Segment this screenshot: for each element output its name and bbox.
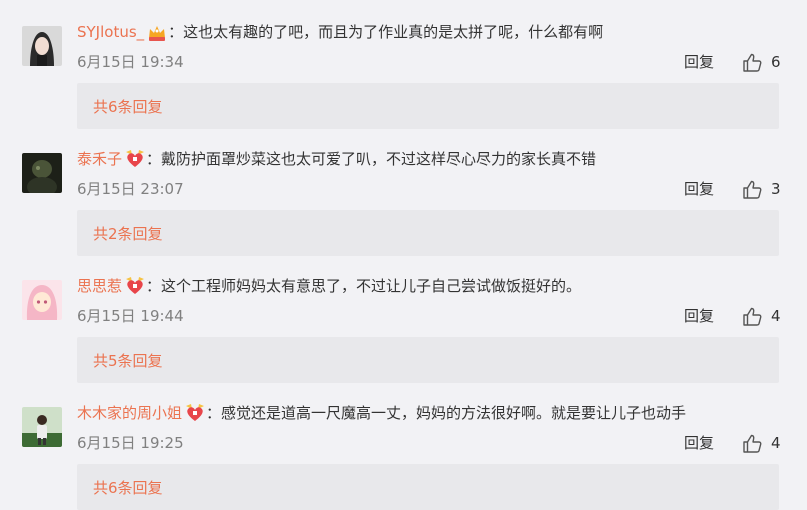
view-replies-link[interactable]: 共2条回复 [93,223,163,244]
comment-timestamp: 6月15日 19:34 [77,53,184,71]
like-count: 4 [771,434,781,452]
replies-box[interactable]: 共2条回复 [77,210,779,256]
thumbs-up-icon [742,53,762,72]
comment-content: ：这个工程师妈妈太有意思了，不过让儿子自己尝试做饭挺好的。 [146,277,582,295]
thumbs-up-icon [742,307,762,326]
username-link[interactable]: 木木家的周小姐 [77,401,182,425]
reply-button[interactable]: 回复 [684,432,714,454]
like-button[interactable]: 4 [742,432,781,454]
heart-badge-icon [124,276,146,296]
comment-timestamp: 6月15日 19:44 [77,307,184,325]
username-link[interactable]: 思思惹 [77,274,122,298]
crown-badge-icon [146,22,168,42]
comment-item: 木木家的周小姐 ：感觉还是道高一尺魔高一丈，妈妈的方法很好啊。就是要让儿子也动手… [0,381,807,510]
username-link[interactable]: SYJlotus_ [77,20,144,44]
view-replies-link[interactable]: 共6条回复 [93,96,163,117]
avatar[interactable] [22,26,62,66]
comment-item: 泰禾子 ：戴防护面罩炒菜这也太可爱了叭，不过这样尽心尽力的家长真不错 6月15日… [0,127,807,256]
comment-text-line: 思思惹 ：这个工程师妈妈太有意思了，不过让儿子自己尝试做饭挺好的。 [77,274,581,298]
comment-text-line: SYJlotus_ ：这也太有趣的了吧，而且为了作业真的是太拼了呢，什么都有啊 [77,20,603,44]
comment-item: SYJlotus_ ：这也太有趣的了吧，而且为了作业真的是太拼了呢，什么都有啊 … [0,0,807,129]
heart-badge-icon [184,403,206,423]
comment-timestamp: 6月15日 23:07 [77,180,184,198]
like-button[interactable]: 3 [742,178,781,200]
avatar[interactable] [22,280,62,320]
comment-content: ：这也太有趣的了吧，而且为了作业真的是太拼了呢，什么都有啊 [168,23,604,41]
like-button[interactable]: 4 [742,305,781,327]
heart-badge-icon [124,149,146,169]
avatar[interactable] [22,153,62,193]
comment-text-line: 泰禾子 ：戴防护面罩炒菜这也太可爱了叭，不过这样尽心尽力的家长真不错 [77,147,596,171]
reply-button[interactable]: 回复 [684,178,714,200]
thumbs-up-icon [742,180,762,199]
comment-item: 思思惹 ：这个工程师妈妈太有意思了，不过让儿子自己尝试做饭挺好的。 6月15日 … [0,254,807,383]
comment-text-line: 木木家的周小姐 ：感觉还是道高一尺魔高一丈，妈妈的方法很好啊。就是要让儿子也动手 [77,401,686,425]
reply-button[interactable]: 回复 [684,305,714,327]
comment-content: ：戴防护面罩炒菜这也太可爱了叭，不过这样尽心尽力的家长真不错 [146,150,597,168]
like-count: 6 [771,53,781,71]
replies-box[interactable]: 共6条回复 [77,464,779,510]
comment-timestamp: 6月15日 19:25 [77,434,184,452]
reply-button[interactable]: 回复 [684,51,714,73]
username-link[interactable]: 泰禾子 [77,147,122,171]
view-replies-link[interactable]: 共5条回复 [93,350,163,371]
like-button[interactable]: 6 [742,51,781,73]
avatar[interactable] [22,407,62,447]
thumbs-up-icon [742,434,762,453]
comment-content: ：感觉还是道高一尺魔高一丈，妈妈的方法很好啊。就是要让儿子也动手 [206,404,687,422]
like-count: 3 [771,180,781,198]
view-replies-link[interactable]: 共6条回复 [93,477,163,498]
like-count: 4 [771,307,781,325]
replies-box[interactable]: 共6条回复 [77,83,779,129]
replies-box[interactable]: 共5条回复 [77,337,779,383]
